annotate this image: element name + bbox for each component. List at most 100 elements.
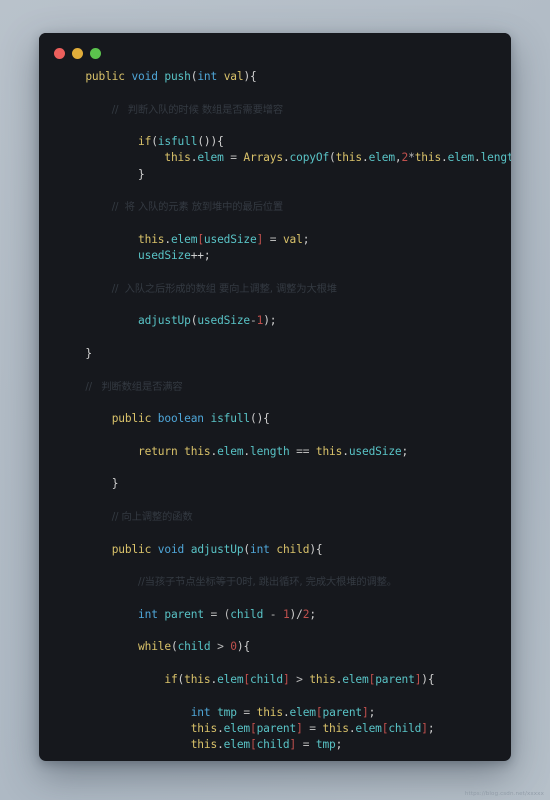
code-token: =	[302, 721, 323, 735]
code-token: ;	[309, 607, 316, 621]
code-token: // 将 入队的元素 放到堆中的最后位置	[111, 201, 284, 214]
code-token: ){	[309, 542, 323, 556]
code-token: // 向上调整的函数	[111, 511, 193, 524]
code-line: int tmp = this.elem[parent];	[39, 705, 511, 721]
code-token: elem	[447, 151, 474, 165]
code-token: usedSize	[348, 444, 402, 458]
code-token: ==	[289, 444, 316, 458]
code-token: [	[197, 232, 204, 246]
code-token: .	[441, 151, 448, 165]
code-token: elem	[197, 151, 224, 165]
code-token: parent	[164, 607, 204, 621]
code-token: =	[296, 738, 316, 752]
code-token: child	[276, 542, 310, 556]
code-token: child	[177, 640, 211, 654]
code-token: elem	[223, 721, 250, 735]
code-token: while	[138, 640, 171, 654]
maximize-window-button[interactable]	[90, 48, 101, 59]
code-token: usedSize	[197, 314, 250, 328]
minimize-window-button[interactable]	[72, 48, 83, 59]
code-token: this	[256, 705, 283, 719]
code-token: ]	[282, 672, 290, 686]
code-line: }	[39, 476, 511, 492]
code-token: }	[138, 167, 145, 181]
window-titlebar	[39, 33, 511, 61]
code-token: adjustUp	[138, 314, 191, 328]
code-token: int	[250, 542, 270, 556]
code-token: =	[263, 232, 283, 246]
close-window-button[interactable]	[54, 48, 65, 59]
code-token: ++;	[190, 249, 211, 263]
code-token: (	[151, 135, 158, 149]
code-line: public void push(int val){	[39, 69, 511, 85]
code-token: ]	[362, 705, 369, 719]
code-token: =	[236, 705, 257, 719]
code-token: this	[184, 672, 211, 686]
code-token: >	[210, 640, 231, 654]
code-line: // 向上调整的函数	[39, 509, 511, 525]
code-token: elem	[342, 672, 369, 686]
code-token: this	[164, 151, 191, 165]
code-token: isfull	[210, 412, 251, 426]
code-token: if	[164, 672, 178, 686]
code-token: isfull	[157, 135, 198, 149]
code-token: child	[256, 738, 290, 752]
code-token: ){	[236, 640, 251, 654]
code-line: int parent = (child - 1)/2;	[39, 607, 511, 623]
code-token: elem	[170, 232, 198, 246]
code-token: //当孩子节点坐标等于0时, 跳出循环, 完成大根堆的调整。	[138, 576, 397, 589]
code-line: this.elem = Arrays.copyOf(this.elem,2*th…	[39, 150, 511, 166]
code-token: elem	[217, 672, 244, 686]
code-token: elem	[289, 705, 316, 719]
code-token: push	[164, 70, 191, 83]
code-token: elem	[217, 444, 244, 458]
code-token: ]	[296, 721, 303, 735]
code-token: boolean	[157, 412, 204, 426]
code-line: //当孩子节点坐标等于0时, 跳出循环, 完成大根堆的调整。	[39, 574, 511, 590]
code-token: Arrays	[243, 151, 283, 165]
code-token: copyOf	[289, 151, 330, 165]
code-token: = (	[203, 607, 231, 621]
code-line: this.elem[usedSize] = val;	[39, 232, 511, 248]
code-token: int	[190, 705, 211, 719]
code-line: }	[39, 346, 511, 362]
code-token: ;	[302, 232, 310, 246]
code-token: .	[164, 232, 171, 246]
code-token: ;	[368, 705, 376, 719]
code-content[interactable]: public void push(int val){ // 判断入队的时候 数组…	[39, 61, 511, 761]
code-token: this	[315, 444, 343, 458]
code-token: ){	[243, 70, 257, 83]
code-token: >	[289, 672, 310, 686]
code-token: val	[223, 70, 244, 83]
code-token: int	[197, 70, 218, 83]
code-token: [	[250, 721, 257, 735]
code-token: .	[282, 705, 290, 719]
code-token: this	[414, 151, 442, 165]
